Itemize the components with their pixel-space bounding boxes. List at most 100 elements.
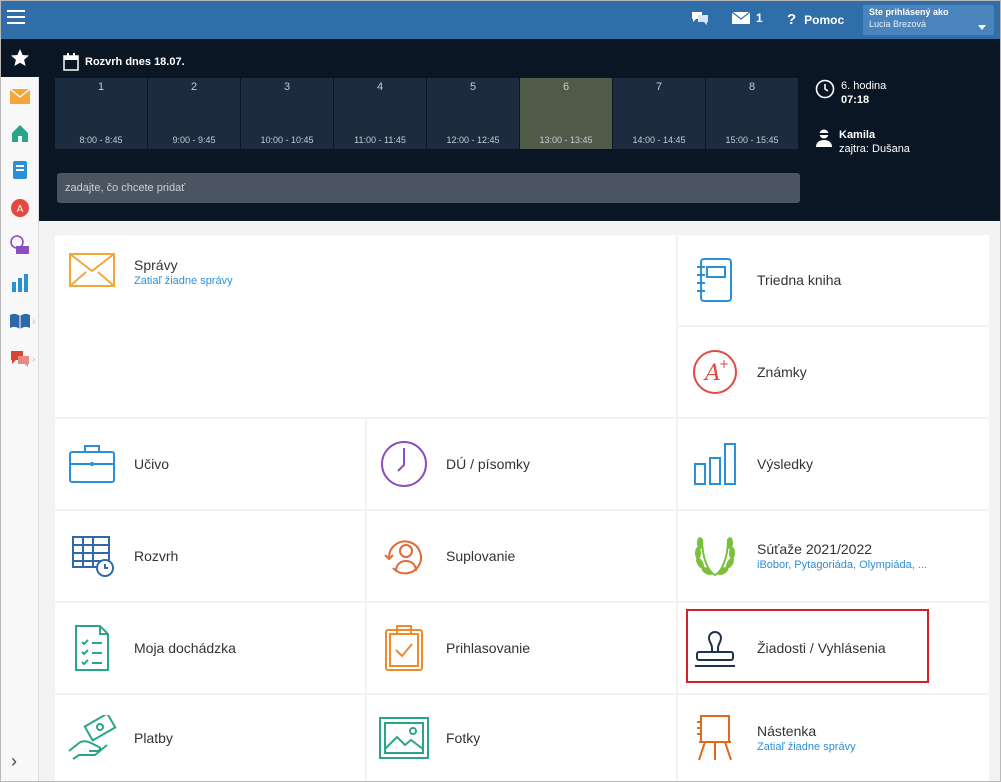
add-entry-input[interactable] xyxy=(57,173,800,203)
tile-sublabel[interactable]: Zatiaľ žiadne správy xyxy=(134,275,233,287)
laurel-icon xyxy=(690,531,740,581)
period-time: 8:00 - 8:45 xyxy=(79,135,123,145)
tile-noticeboard[interactable]: Nástenka Zatiaľ žiadne správy xyxy=(678,695,989,781)
tile-label: Suplovanie xyxy=(446,548,516,564)
period-number: 3 xyxy=(283,81,291,93)
notebook-icon xyxy=(690,255,740,305)
tile-class-book[interactable]: Triedna kniha xyxy=(678,235,989,325)
current-period: 6. hodina xyxy=(841,80,887,92)
chevron-down-icon xyxy=(978,25,986,30)
tile-sublabel[interactable]: iBobor, Pytagoriáda, Olympiáda, ... xyxy=(757,559,927,571)
period-time: 15:00 - 15:45 xyxy=(725,135,779,145)
chat-icon xyxy=(11,351,29,367)
period-number: 2 xyxy=(190,81,198,93)
question-icon: ? xyxy=(787,11,797,28)
tile-grades[interactable]: A + Známky xyxy=(678,327,989,417)
user-name: Lucia Brezová xyxy=(869,19,927,29)
sidebar-item-communication[interactable] xyxy=(9,348,31,370)
period-cell[interactable]: 2 9:00 - 9:45 xyxy=(148,78,240,149)
period-cell[interactable]: 4 11:00 - 11:45 xyxy=(334,78,426,149)
picture-icon xyxy=(379,713,429,763)
sidebar-item-home[interactable] xyxy=(9,122,31,144)
sidebar-item-messages[interactable] xyxy=(9,85,31,107)
schedule-panel: Rozvrh dnes 18.07. 1 8:00 - 8:45 2 9:00 - … xyxy=(39,39,1000,221)
messages-count: 1 xyxy=(756,11,763,25)
bar-chart-icon xyxy=(690,439,740,489)
tile-label: Fotky xyxy=(446,730,481,746)
period-number: 1 xyxy=(97,81,105,93)
period-time: 14:00 - 14:45 xyxy=(632,135,686,145)
briefcase-icon xyxy=(67,439,117,489)
period-time: 10:00 - 10:45 xyxy=(260,135,314,145)
period-time: 12:00 - 12:45 xyxy=(446,135,500,145)
tile-substitution[interactable]: Suplovanie xyxy=(367,511,676,601)
tile-attendance[interactable]: Moja dochádzka xyxy=(55,603,365,693)
tile-payments[interactable]: Platby xyxy=(55,695,365,781)
tile-label: Učivo xyxy=(134,456,170,472)
sidebar-item-class-book[interactable] xyxy=(9,159,31,181)
tile-learning[interactable]: Učivo xyxy=(55,419,365,509)
open-book-icon xyxy=(10,313,30,329)
money-hand-icon xyxy=(67,713,117,763)
tile-label: Výsledky xyxy=(757,456,814,472)
bar-chart-icon xyxy=(12,274,28,292)
teacher-today: Kamila xyxy=(839,129,876,141)
tile-homework[interactable]: DÚ / písomky xyxy=(367,419,676,509)
tile-results[interactable]: Výsledky xyxy=(678,419,989,509)
period-cell[interactable]: 8 15:00 - 15:45 xyxy=(706,78,798,149)
period-cell[interactable]: 7 14:00 - 14:45 xyxy=(613,78,705,149)
messages-button[interactable]: 1 xyxy=(732,11,763,25)
period-time: 13:00 - 13:45 xyxy=(539,135,593,145)
grade-icon: A + xyxy=(690,347,740,397)
teacher-tomorrow: zajtra: Dušana xyxy=(839,143,910,155)
user-dropdown[interactable]: Ste prihlásený ako Lucia Brezová xyxy=(863,5,994,35)
tile-label: Súťaže 2021/2022 xyxy=(757,541,873,557)
tile-label: DÚ / písomky xyxy=(446,456,531,472)
person-icon xyxy=(816,129,832,147)
period-time: 11:00 - 11:45 xyxy=(354,135,406,145)
tile-competitions[interactable]: Súťaže 2021/2022 iBobor, Pytagoriáda, Ol… xyxy=(678,511,989,601)
checklist-icon xyxy=(67,623,117,673)
schedule-title: Rozvrh dnes 18.07. xyxy=(85,56,185,68)
sidebar-item-results[interactable] xyxy=(9,272,31,294)
tile-schedule[interactable]: Rozvrh xyxy=(55,511,365,601)
sidebar-expand-button[interactable]: › xyxy=(11,751,17,772)
tile-registration[interactable]: Prihlasovanie xyxy=(367,603,676,693)
calendar-icon xyxy=(63,53,79,71)
sidebar-item-homework[interactable] xyxy=(9,234,31,256)
svg-text:+: + xyxy=(719,357,729,371)
star-icon xyxy=(11,49,29,66)
substitution-icon xyxy=(379,531,429,581)
home-icon xyxy=(12,125,28,142)
clock-icon xyxy=(815,79,835,99)
chat-icon[interactable] xyxy=(691,10,709,26)
sidebar-item-favorites[interactable] xyxy=(1,39,39,77)
clock-icon xyxy=(379,439,429,489)
period-list: 1 8:00 - 8:45 2 9:00 - 9:45 3 10:00 - 10:45… xyxy=(55,78,799,149)
period-number: 4 xyxy=(376,81,384,93)
top-bar: 1 ? Pomoc Ste prihlásený ako Lucia Brezo… xyxy=(1,1,1000,39)
svg-text:A: A xyxy=(17,204,24,215)
grade-icon: A xyxy=(11,199,29,217)
period-number: 6 xyxy=(562,81,570,93)
teacher-info: Kamila zajtra: Dušana xyxy=(815,128,910,156)
period-cell-current[interactable]: 6 13:00 - 13:45 xyxy=(520,78,612,149)
tile-sublabel[interactable]: Zatiaľ žiadne správy xyxy=(757,741,856,753)
tile-label: Známky xyxy=(757,364,807,380)
sidebar-item-learning[interactable] xyxy=(9,310,31,332)
period-cell[interactable]: 1 8:00 - 8:45 xyxy=(55,78,147,149)
menu-icon[interactable] xyxy=(7,10,25,28)
period-cell[interactable]: 5 12:00 - 12:45 xyxy=(427,78,519,149)
tile-messages[interactable]: Správy Zatiaľ žiadne správy xyxy=(55,235,676,417)
period-number: 5 xyxy=(469,81,477,93)
tile-photos[interactable]: Fotky xyxy=(367,695,676,781)
tile-label: Moja dochádzka xyxy=(134,640,236,656)
help-label: Pomoc xyxy=(804,12,845,27)
sidebar-item-grades[interactable]: A xyxy=(9,197,31,219)
envelope-icon xyxy=(10,88,30,104)
period-cell[interactable]: 3 10:00 - 10:45 xyxy=(241,78,333,149)
tile-label: Nástenka xyxy=(757,723,817,739)
help-button[interactable]: ? Pomoc xyxy=(787,11,844,28)
current-period-info: 6. hodina 07:18 xyxy=(815,79,886,107)
easel-icon xyxy=(690,713,740,763)
